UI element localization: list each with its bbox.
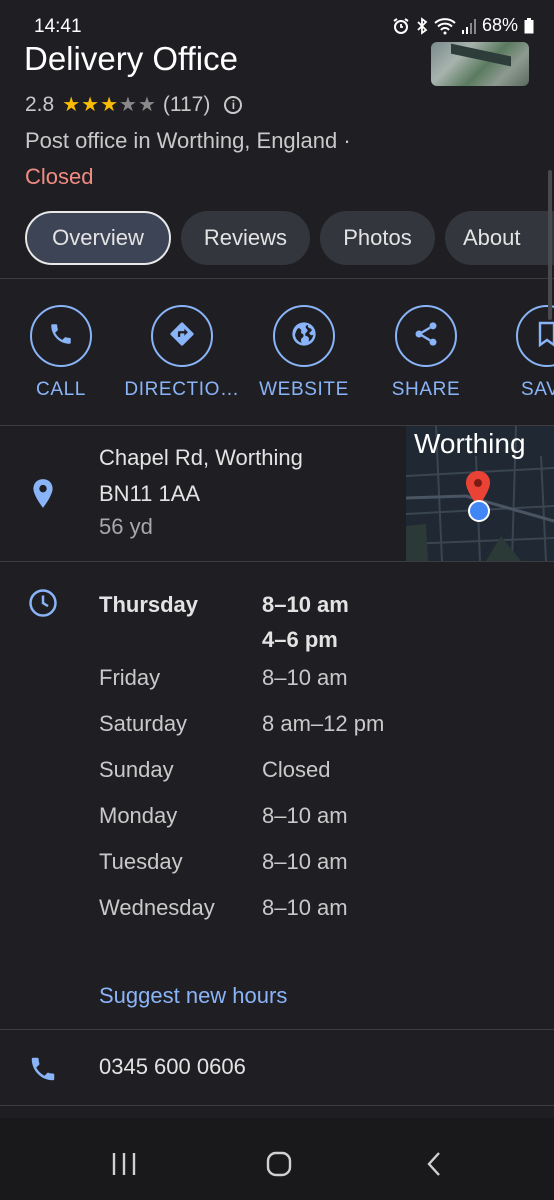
address-line-1[interactable]: Chapel Rd, Worthing [99,445,303,471]
place-photo-thumbnail[interactable] [431,42,529,86]
map-city-label: Worthing [414,428,526,459]
divider [0,278,554,279]
place-title: Delivery Office [24,40,238,77]
hours-day: Tuesday [99,849,183,874]
bluetooth-icon [416,16,428,35]
save-button[interactable]: SAV [493,305,554,401]
directions-label: DIRECTIO… [124,379,240,400]
divider [0,1105,554,1106]
bookmark-icon [535,321,554,352]
rating-row[interactable]: 2.8 ★ ★ ★ ★ ★ (117) i [25,93,243,117]
battery-level: 68% [481,15,518,35]
current-location-icon [467,499,491,528]
star-icon: ★ [137,94,156,116]
call-button[interactable]: CALL [6,305,116,401]
hours-time: 8 am–12 pm [262,711,385,736]
place-category: Post office in Worthing, England · [25,128,351,153]
distance: 56 yd [99,514,153,539]
recent-apps-icon[interactable] [111,1152,137,1181]
rating-value: 2.8 [25,93,55,116]
system-nav-bar [0,1118,554,1200]
hours-day: Wednesday [99,895,215,920]
hours-time: 8–10 am [262,895,348,920]
rating-stars: ★ ★ ★ ★ ★ [62,95,157,115]
alarm-icon [392,17,410,35]
scrollbar[interactable] [548,170,552,320]
hours-time: 8–10 am [262,665,348,690]
hours-day: Saturday [99,711,188,736]
star-icon: ★ [62,94,81,116]
hours-time: Closed [262,757,331,782]
hours-day: Monday [99,803,178,828]
location-pin-icon [30,478,56,515]
map-preview[interactable]: Worthing [406,426,554,561]
phone-number[interactable]: 0345 600 0606 [99,1054,246,1080]
status-time: 14:41 [34,16,82,37]
website-button[interactable]: WEBSITE [249,305,359,401]
hours-day: Sunday [99,757,174,782]
call-label: CALL [36,379,86,400]
hours-time: 8–10 am [262,849,348,874]
address-line-2[interactable]: BN11 1AA [99,481,200,507]
directions-button[interactable]: DIRECTIO… [124,305,240,401]
tab-reviews[interactable]: Reviews [181,211,310,265]
status-icons: 68% [392,15,534,36]
hours-day: Thursday [99,592,199,617]
share-icon [412,320,440,353]
share-button[interactable]: SHARE [371,305,481,401]
hours-time: 8–10 am [262,592,349,617]
hours-time: 8–10 am [262,803,348,828]
tab-photos[interactable]: Photos [320,211,435,265]
globe-icon [290,320,318,353]
divider [0,1029,554,1030]
signal-icon [461,18,476,34]
battery-icon [524,17,534,34]
open-status: Closed [25,164,94,189]
wifi-icon [434,17,456,35]
suggest-new-hours-link[interactable]: Suggest new hours [99,983,287,1009]
hours-day: Friday [99,665,161,690]
back-icon[interactable] [426,1151,442,1182]
star-icon: ★ [119,94,137,116]
directions-icon [168,320,196,353]
review-count: (117) [162,93,211,116]
clock-icon [28,588,58,623]
star-icon: ★ [100,94,119,116]
info-icon[interactable]: i [224,96,243,114]
tab-about[interactable]: About [445,211,554,265]
star-icon: ★ [81,94,100,116]
share-label: SHARE [391,379,461,400]
home-icon[interactable] [266,1151,292,1182]
save-label: SAV [521,379,554,400]
phone-icon [48,321,74,352]
phone-icon [28,1054,58,1089]
hours-time: 4–6 pm [262,627,338,652]
tab-overview[interactable]: Overview [25,211,171,265]
divider [0,561,554,562]
website-label: WEBSITE [259,379,349,400]
